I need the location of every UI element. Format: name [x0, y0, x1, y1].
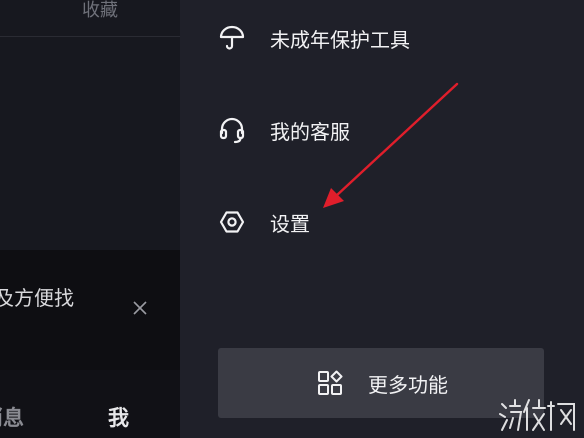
- hexagon-settings-icon: [216, 206, 248, 238]
- menu-item-minor-protection[interactable]: 未成年保护工具: [216, 18, 410, 58]
- menu-item-label: 我的客服: [270, 119, 350, 144]
- screen: 收藏 及方便找 消息 我 未成年保护工具 我的客服: [0, 0, 584, 438]
- close-icon: [133, 301, 147, 315]
- tab-collect[interactable]: 收藏: [82, 0, 118, 22]
- menu-item-label: 设置: [270, 211, 310, 236]
- apps-grid-icon: [314, 367, 346, 399]
- menu-item-settings[interactable]: 设置: [216, 202, 310, 242]
- tab-me[interactable]: 我: [108, 402, 129, 432]
- bottom-tab-bar: [0, 370, 180, 438]
- close-button[interactable]: [128, 296, 152, 320]
- menu-item-customer-service[interactable]: 我的客服: [216, 110, 350, 150]
- tab-messages[interactable]: 消息: [0, 402, 24, 432]
- watermark-logo: [499, 399, 575, 431]
- banner-text: 及方便找: [0, 286, 74, 310]
- divider: [0, 36, 180, 37]
- umbrella-icon: [216, 22, 248, 54]
- headset-icon: [216, 114, 248, 146]
- more-features-label: 更多功能: [368, 372, 448, 397]
- menu-item-label: 未成年保护工具: [270, 27, 410, 52]
